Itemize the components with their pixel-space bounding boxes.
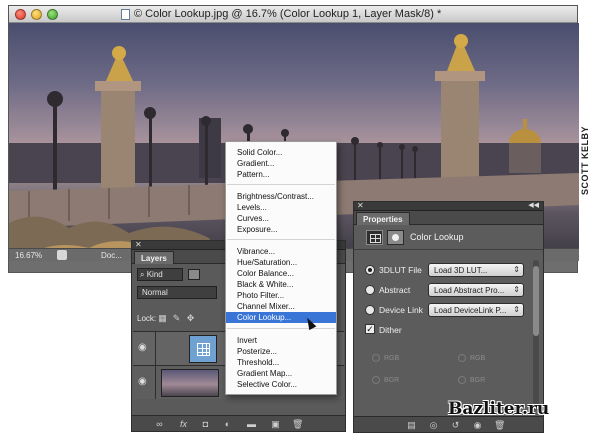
new-adjustment-layer-menu: Solid Color... Gradient... Pattern... Br… bbox=[225, 141, 337, 395]
collapse-panel-icon[interactable]: ◀◀ bbox=[528, 201, 539, 209]
menu-item[interactable]: Vibrance... bbox=[226, 246, 336, 257]
menu-item[interactable]: Photo Filter... bbox=[226, 290, 336, 301]
delete-adjustment-icon[interactable]: 🗑 bbox=[494, 420, 505, 430]
panel-tab-row: Properties bbox=[354, 211, 543, 225]
visibility-eye-icon[interactable]: ◉ bbox=[138, 343, 150, 353]
data-order-bgr-option[interactable]: BGR bbox=[372, 376, 399, 384]
menu-item[interactable]: Channel Mixer... bbox=[226, 301, 336, 312]
properties-scrollbar[interactable] bbox=[533, 260, 539, 410]
menu-item[interactable]: Levels... bbox=[226, 202, 336, 213]
lock-position-icon[interactable]: ✥ bbox=[186, 314, 195, 323]
abstract-label: Abstract bbox=[379, 285, 411, 295]
ghost-label: BGR bbox=[470, 376, 486, 384]
reset-icon[interactable]: ↺ bbox=[450, 420, 461, 430]
watermark: Bazliter.ru bbox=[448, 399, 550, 419]
photo-credit: SCOTT KELBY bbox=[580, 125, 590, 195]
menu-item[interactable]: Threshold... bbox=[226, 357, 336, 368]
menu-item[interactable]: Invert bbox=[226, 335, 336, 346]
menu-item[interactable]: Exposure... bbox=[226, 224, 336, 235]
new-adjustment-layer-icon[interactable]: ◐ bbox=[222, 419, 233, 429]
adjustment-grid-icon[interactable] bbox=[366, 230, 383, 245]
menu-item[interactable]: Brightness/Contrast... bbox=[226, 191, 336, 202]
dither-label: Dither bbox=[379, 325, 402, 335]
menu-item[interactable]: Color Balance... bbox=[226, 268, 336, 279]
lut-file-radio[interactable] bbox=[365, 265, 375, 275]
table-order-rgb-option[interactable]: RGB bbox=[458, 354, 485, 362]
link-layers-icon[interactable]: ∞ bbox=[154, 419, 165, 429]
device-link-radio[interactable] bbox=[365, 305, 375, 315]
device-link-label: Device Link bbox=[379, 305, 423, 315]
lock-image-icon[interactable]: ✎ bbox=[172, 314, 181, 323]
panel-header-bar: ✕ ◀◀ bbox=[354, 201, 543, 211]
dither-row: ✓ Dither bbox=[364, 322, 521, 338]
ghost-label: RGB bbox=[384, 354, 400, 362]
lock-transparent-icon[interactable]: ▦ bbox=[158, 314, 167, 323]
device-link-row: Device Link Load DeviceLink P... bbox=[364, 302, 524, 318]
tab-layers[interactable]: Layers bbox=[134, 251, 174, 264]
minimize-window-button[interactable] bbox=[31, 9, 42, 20]
layer-mask-icon[interactable] bbox=[387, 230, 404, 245]
layers-footer-toolbar: ∞ fx ◘ ◐ ▬ ▣ 🗑 bbox=[132, 415, 345, 431]
layer-divider bbox=[155, 332, 156, 365]
clip-to-layer-icon[interactable]: ▤ bbox=[406, 420, 417, 430]
menu-item-color-lookup[interactable]: Color Lookup... bbox=[226, 312, 336, 323]
kind-filter-select[interactable]: ⌕ Kind bbox=[137, 268, 183, 281]
lut-file-select[interactable]: Load 3D LUT... bbox=[428, 263, 524, 277]
kind-filter-label: Kind bbox=[146, 270, 163, 279]
lut-file-row: 3DLUT File Load 3D LUT... bbox=[364, 262, 524, 278]
background-layer-thumbnail[interactable] bbox=[161, 369, 219, 397]
menu-item[interactable]: Pattern... bbox=[226, 169, 336, 180]
ghost-label: RGB bbox=[470, 354, 486, 362]
color-lookup-grid-icon bbox=[197, 343, 210, 356]
pixel-filter-icon[interactable] bbox=[188, 269, 200, 280]
lock-label: Lock: bbox=[137, 314, 157, 323]
new-layer-icon[interactable]: ▣ bbox=[270, 419, 281, 429]
device-link-select[interactable]: Load DeviceLink P... bbox=[428, 303, 524, 317]
layer-divider bbox=[155, 366, 156, 399]
abstract-row: Abstract Load Abstract Pro... bbox=[364, 282, 524, 298]
visibility-toggle-icon[interactable]: ◉ bbox=[472, 420, 483, 430]
status-icon[interactable] bbox=[57, 250, 67, 260]
abstract-select[interactable]: Load Abstract Pro... bbox=[428, 283, 524, 297]
new-group-icon[interactable]: ▬ bbox=[246, 419, 257, 429]
add-mask-icon[interactable]: ◘ bbox=[200, 419, 211, 429]
properties-title: Color Lookup bbox=[410, 232, 464, 242]
menu-item[interactable]: Gradient... bbox=[226, 158, 336, 169]
scrollbar-thumb[interactable] bbox=[533, 266, 539, 336]
menu-item[interactable]: Gradient Map... bbox=[226, 368, 336, 379]
blend-mode-select[interactable]: Normal bbox=[137, 286, 217, 299]
menu-separator bbox=[227, 239, 335, 240]
close-window-button[interactable] bbox=[15, 9, 26, 20]
menu-item[interactable]: Black & White... bbox=[226, 279, 336, 290]
close-panel-icon[interactable]: ✕ bbox=[135, 240, 142, 249]
data-order-rgb-option[interactable]: RGB bbox=[372, 354, 399, 362]
adjustment-layer-thumbnail[interactable] bbox=[189, 335, 217, 363]
abstract-radio[interactable] bbox=[365, 285, 375, 295]
visibility-eye-icon[interactable]: ◉ bbox=[138, 377, 150, 387]
delete-layer-icon[interactable]: 🗑 bbox=[292, 419, 303, 429]
menu-item[interactable]: Hue/Saturation... bbox=[226, 257, 336, 268]
properties-header: Color Lookup bbox=[354, 224, 543, 250]
menu-separator bbox=[227, 184, 335, 185]
dither-checkbox[interactable]: ✓ bbox=[365, 324, 375, 334]
view-previous-icon[interactable]: ◎ bbox=[428, 420, 439, 430]
menu-item[interactable]: Posterize... bbox=[226, 346, 336, 357]
zoom-window-button[interactable] bbox=[47, 9, 58, 20]
ghost-label: BGR bbox=[384, 376, 400, 384]
menu-item[interactable]: Solid Color... bbox=[226, 147, 336, 158]
table-order-bgr-option[interactable]: BGR bbox=[458, 376, 485, 384]
document-info[interactable]: Doc... bbox=[101, 251, 122, 260]
layer-style-icon[interactable]: fx bbox=[178, 419, 189, 429]
menu-separator bbox=[227, 328, 335, 329]
title-bar[interactable]: © Color Lookup.jpg @ 16.7% (Color Lookup… bbox=[9, 6, 577, 23]
zoom-level[interactable]: 16.67% bbox=[15, 251, 42, 260]
document-icon bbox=[121, 9, 130, 20]
close-panel-icon[interactable]: ✕ bbox=[357, 201, 364, 210]
lut-file-label: 3DLUT File bbox=[379, 265, 422, 275]
menu-item[interactable]: Curves... bbox=[226, 213, 336, 224]
menu-item[interactable]: Selective Color... bbox=[226, 379, 336, 390]
window-title: © Color Lookup.jpg @ 16.7% (Color Lookup… bbox=[134, 8, 442, 20]
